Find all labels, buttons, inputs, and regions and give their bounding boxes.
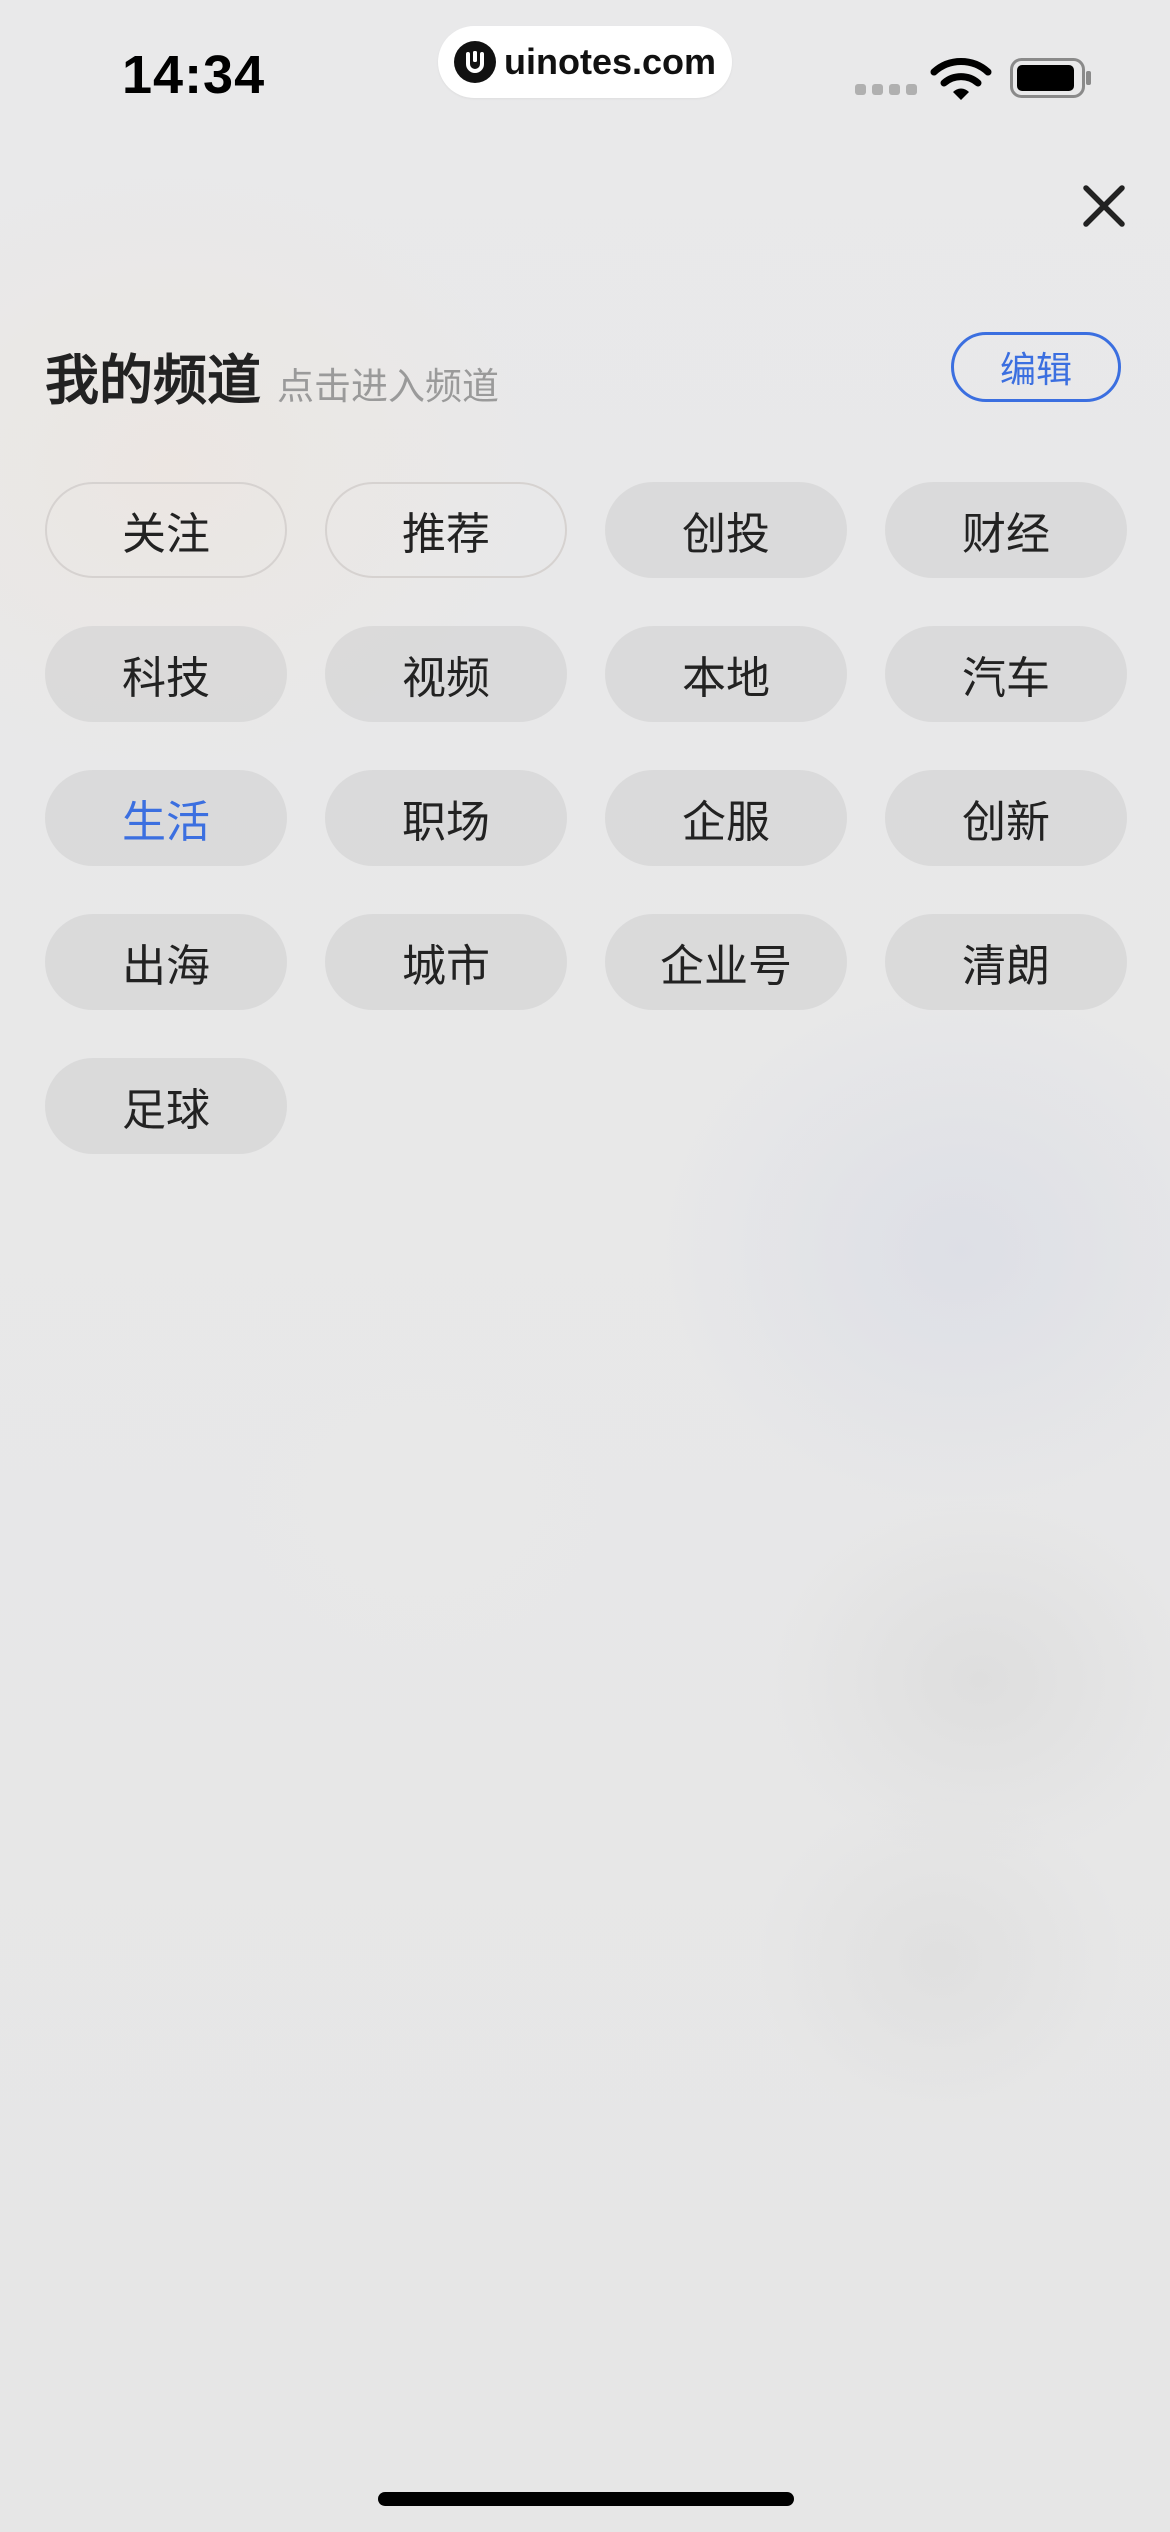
channel-chip[interactable]: 出海 [45, 914, 287, 1010]
uinotes-logo-icon [454, 41, 496, 83]
status-bar: 14:34 uinotes.com [0, 0, 1170, 150]
channel-chip[interactable]: 本地 [605, 626, 847, 722]
channel-chip[interactable]: 足球 [45, 1058, 287, 1154]
channel-grid: 关注 推荐 创投 财经 科技 视频 本地 汽车 生活 职场 企服 创新 出海 城… [45, 482, 1127, 1154]
battery-icon [1010, 58, 1091, 98]
channel-chip[interactable]: 创投 [605, 482, 847, 578]
close-button[interactable] [1078, 180, 1130, 232]
channel-chip[interactable]: 创新 [885, 770, 1127, 866]
my-channels-header: 我的频道 点击进入频道 编辑 [45, 330, 1125, 412]
channel-chip[interactable]: 城市 [325, 914, 567, 1010]
channel-chip[interactable]: 清朗 [885, 914, 1127, 1010]
url-text: uinotes.com [504, 41, 717, 82]
wifi-icon [930, 58, 992, 100]
channel-chip[interactable]: 汽车 [885, 626, 1127, 722]
url-pill[interactable]: uinotes.com [438, 26, 732, 98]
channel-chip[interactable]: 推荐 [325, 482, 567, 578]
signal-icon [855, 84, 917, 95]
channel-chip[interactable]: 科技 [45, 626, 287, 722]
channel-chip[interactable]: 视频 [325, 626, 567, 722]
channel-chip[interactable]: 企服 [605, 770, 847, 866]
home-indicator[interactable] [378, 2492, 794, 2506]
status-time: 14:34 [122, 45, 266, 105]
close-icon [1083, 185, 1125, 227]
channel-chip[interactable]: 生活 [45, 770, 287, 866]
page-subtitle: 点击进入频道 [277, 365, 499, 408]
edit-button[interactable]: 编辑 [951, 332, 1121, 402]
channel-chip[interactable]: 企业号 [605, 914, 847, 1010]
channel-chip[interactable]: 职场 [325, 770, 567, 866]
channel-chip[interactable]: 关注 [45, 482, 287, 578]
page-title: 我的频道 [45, 349, 261, 412]
channel-chip[interactable]: 财经 [885, 482, 1127, 578]
